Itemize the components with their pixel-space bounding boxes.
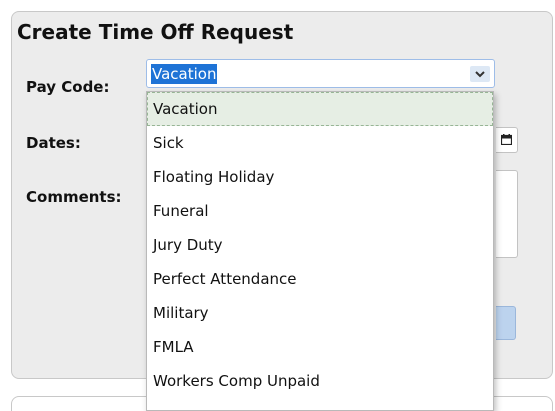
pay-code-label: Pay Code:: [26, 78, 110, 96]
option-sick[interactable]: Sick: [147, 126, 493, 160]
comments-textarea[interactable]: [496, 170, 518, 258]
submit-button[interactable]: [496, 306, 516, 340]
option-floating-holiday[interactable]: Floating Holiday: [147, 160, 493, 194]
option-jury-duty[interactable]: Jury Duty: [147, 228, 493, 262]
calendar-icon: [496, 134, 517, 145]
option-perfect-attendance[interactable]: Perfect Attendance: [147, 262, 493, 296]
pay-code-selected-value: Vacation: [151, 64, 218, 84]
pay-code-select[interactable]: Vacation: [146, 59, 495, 88]
option-fmla[interactable]: FMLA: [147, 330, 493, 364]
date-picker-button[interactable]: [496, 127, 518, 153]
page-title: Create Time Off Request: [17, 20, 294, 44]
page: Create Time Off Request Pay Code: Dates:…: [0, 0, 555, 411]
pay-code-options-list: Vacation Sick Floating Holiday Funeral J…: [146, 91, 494, 411]
chevron-down-icon[interactable]: [470, 66, 490, 82]
comments-label: Comments:: [26, 188, 122, 206]
option-military[interactable]: Military: [147, 296, 493, 330]
option-vacation[interactable]: Vacation: [147, 92, 493, 126]
option-funeral[interactable]: Funeral: [147, 194, 493, 228]
option-workers-comp-unpaid[interactable]: Workers Comp Unpaid: [147, 364, 493, 398]
dates-label: Dates:: [26, 134, 81, 152]
